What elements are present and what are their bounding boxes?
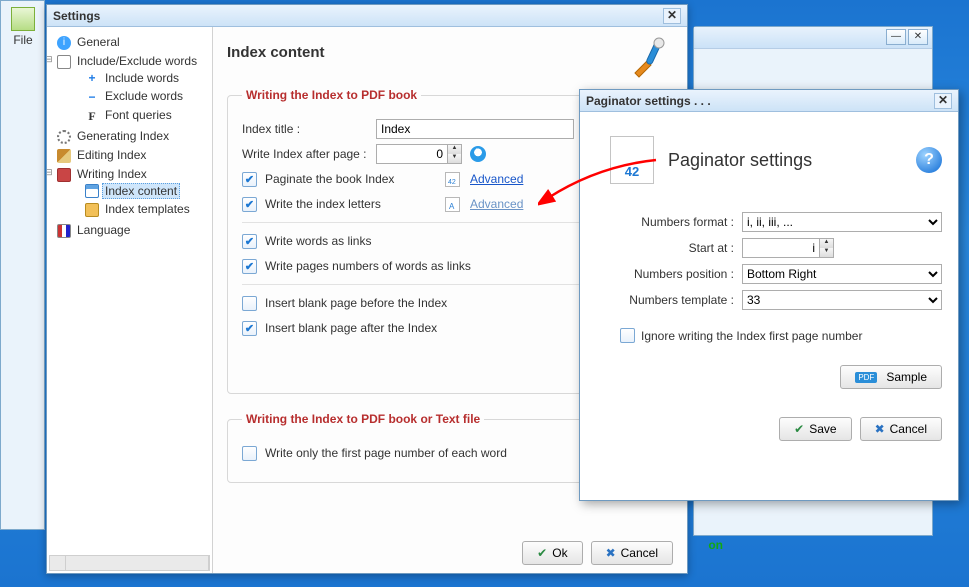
words-links-checkbox[interactable] [242, 234, 257, 249]
settings-close-button[interactable]: ✕ [663, 8, 681, 24]
group1-legend: Writing the Index to PDF book [242, 88, 421, 102]
tree-include-exclude[interactable]: Include/Exclude words [74, 53, 200, 69]
bg-minimize-button[interactable]: — [886, 29, 906, 45]
tree-writing-index[interactable]: Writing Index [74, 166, 150, 182]
pencil-icon [57, 149, 71, 163]
tree-generating-index[interactable]: Generating Index [74, 128, 172, 144]
file-icon [11, 7, 35, 31]
gear-icon [57, 130, 71, 144]
index-title-label: Index title : [242, 122, 368, 136]
x-icon: ✖ [606, 546, 616, 560]
tree-include-words[interactable]: Include words [102, 70, 182, 86]
paginate-checkbox[interactable] [242, 172, 257, 187]
spin-up[interactable]: ▲ [447, 145, 461, 154]
letters-checkbox[interactable] [242, 197, 257, 212]
paginate-label: Paginate the book Index [265, 172, 437, 186]
blank-before-label: Insert blank page before the Index [265, 296, 447, 310]
template-icon [85, 203, 99, 217]
minus-icon: − [85, 90, 99, 104]
pdf-badge-icon: PDF [855, 372, 877, 383]
info-icon: i [57, 36, 71, 50]
tools-icon [629, 35, 673, 82]
letters-label: Write the index letters [265, 197, 437, 211]
settings-tree[interactable]: iGeneral Include/Exclude words +Include … [47, 27, 213, 573]
file-label: File [7, 33, 39, 47]
paginate-advanced-icon [445, 172, 460, 187]
blank-after-label: Insert blank page after the Index [265, 321, 437, 335]
background-on-label: on [708, 538, 723, 552]
letters-advanced-link[interactable]: Advanced [470, 197, 523, 211]
spin-up[interactable]: ▲ [819, 239, 833, 248]
tree-exclude-words[interactable]: Exclude words [102, 88, 186, 104]
numbers-template-label: Numbers template : [596, 293, 742, 307]
tree-editing-index[interactable]: Editing Index [74, 147, 149, 163]
paginator-dialog: Paginator settings . . . ✕ 42 Paginator … [579, 89, 959, 501]
settings-titlebar[interactable]: Settings ✕ [47, 5, 687, 27]
content-icon [85, 184, 99, 198]
blank-after-checkbox[interactable] [242, 321, 257, 336]
blank-before-checkbox[interactable] [242, 296, 257, 311]
book-icon [57, 168, 71, 182]
letters-advanced-icon [445, 197, 460, 212]
paginator-heading: Paginator settings [668, 150, 812, 171]
start-at-label: Start at : [596, 241, 742, 255]
settings-title: Settings [53, 9, 100, 23]
flag-icon [57, 224, 71, 238]
paginator-title: Paginator settings . . . [586, 94, 711, 108]
start-at-spinner[interactable]: ▲▼ [742, 238, 834, 258]
write-after-spinner[interactable]: ▲▼ [376, 144, 462, 164]
check-icon: ✔ [537, 546, 547, 560]
font-icon: F [85, 109, 99, 123]
help-icon[interactable]: ? [916, 147, 942, 173]
paginate-advanced-link[interactable]: Advanced [470, 172, 523, 186]
write-after-input[interactable] [377, 145, 447, 163]
tree-font-queries[interactable]: Font queries [102, 107, 175, 123]
tree-language[interactable]: Language [74, 222, 133, 238]
warning-icon[interactable] [470, 146, 486, 162]
numbers-format-label: Numbers format : [596, 215, 742, 229]
numbers-position-label: Numbers position : [596, 267, 742, 281]
paginator-titlebar[interactable]: Paginator settings . . . ✕ [580, 90, 958, 112]
spin-down[interactable]: ▼ [447, 154, 461, 163]
panel-title: Index content [227, 44, 629, 61]
tree-index-templates[interactable]: Index templates [102, 201, 193, 217]
pages-links-label: Write pages numbers of words as links [265, 259, 471, 273]
paginator-icon: 42 [610, 136, 654, 184]
tree-general[interactable]: General [74, 34, 123, 50]
bg-close-button[interactable]: ✕ [908, 29, 928, 45]
paginator-close-button[interactable]: ✕ [934, 93, 952, 109]
sample-button[interactable]: PDFSample [840, 365, 942, 389]
numbers-template-select[interactable]: 33 [742, 290, 942, 310]
paginator-cancel-button[interactable]: ✖Cancel [860, 417, 942, 441]
doc-icon [57, 55, 71, 69]
ignore-first-checkbox[interactable] [620, 328, 635, 343]
tree-scrollbar[interactable] [49, 555, 210, 571]
group2-legend: Writing the Index to PDF book or Text fi… [242, 412, 484, 426]
check-icon: ✔ [794, 422, 804, 436]
numbers-position-select[interactable]: Bottom Right [742, 264, 942, 284]
ignore-first-label: Ignore writing the Index first page numb… [641, 329, 862, 343]
first-page-only-checkbox[interactable] [242, 446, 257, 461]
pages-links-checkbox[interactable] [242, 259, 257, 274]
background-window-left: File [0, 0, 45, 530]
spin-down[interactable]: ▼ [819, 248, 833, 257]
paginator-save-button[interactable]: ✔Save [779, 417, 851, 441]
tree-index-content[interactable]: Index content [102, 183, 180, 199]
numbers-format-select[interactable]: i, ii, iii, ... [742, 212, 942, 232]
settings-cancel-button[interactable]: ✖Cancel [591, 541, 673, 565]
words-links-label: Write words as links [265, 234, 371, 248]
file-menu-button[interactable]: File [7, 7, 39, 47]
x-icon: ✖ [875, 422, 885, 436]
settings-ok-button[interactable]: ✔Ok [522, 541, 582, 565]
plus-icon: + [85, 71, 99, 85]
first-page-only-label: Write only the first page number of each… [265, 446, 507, 460]
write-after-label: Write Index after page : [242, 147, 368, 161]
start-at-input[interactable] [743, 239, 819, 257]
index-title-input[interactable] [376, 119, 574, 139]
